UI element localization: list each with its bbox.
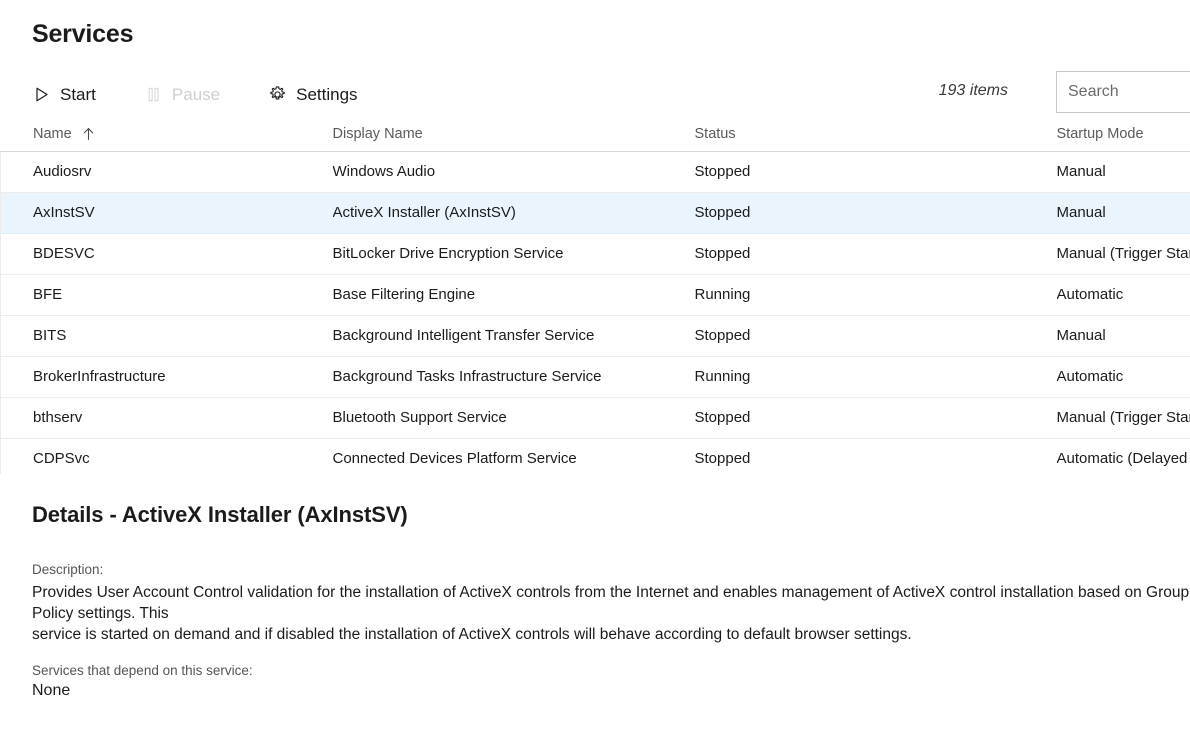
search-box[interactable] xyxy=(1056,71,1190,113)
details-pane: Details - ActiveX Installer (AxInstSV) D… xyxy=(0,492,1190,734)
cell-name: BITS xyxy=(0,315,333,357)
column-header-name[interactable]: Name xyxy=(0,126,333,152)
cell-name: AxInstSV xyxy=(0,192,333,234)
items-count: 193 items xyxy=(938,82,1008,99)
services-table: Name Display Name Status Startup Mode Au… xyxy=(0,126,1190,474)
gear-icon xyxy=(268,85,287,104)
cell-startup-mode: Automatic xyxy=(1056,274,1190,316)
table-body: Audiosrv Windows Audio Stopped Manual Ax… xyxy=(0,151,1190,474)
cell-name: BDESVC xyxy=(0,233,333,275)
cell-name: BFE xyxy=(0,274,333,316)
cell-name: Audiosrv xyxy=(0,151,333,193)
settings-button-label: Settings xyxy=(296,84,358,104)
play-icon xyxy=(32,85,51,104)
cell-status: Stopped xyxy=(694,151,1057,193)
column-header-display-name[interactable]: Display Name xyxy=(332,126,695,152)
cell-status: Stopped xyxy=(694,397,1057,439)
cell-display-name: Background Intelligent Transfer Service xyxy=(332,315,695,357)
pause-button-label: Pause xyxy=(171,84,221,104)
cell-status: Stopped xyxy=(694,438,1057,474)
cell-name: bthserv xyxy=(0,397,333,439)
cell-status: Stopped xyxy=(694,233,1057,275)
column-header-status[interactable]: Status xyxy=(694,126,1057,152)
details-title: Details - ActiveX Installer (AxInstSV) xyxy=(32,502,408,527)
dependents-label: Services that depend on this service: xyxy=(32,663,253,678)
settings-button[interactable]: Settings xyxy=(268,77,367,111)
cell-display-name: BitLocker Drive Encryption Service xyxy=(332,233,695,275)
cell-startup-mode: Automatic (Delayed Start) xyxy=(1056,438,1190,474)
table-row[interactable]: BFE Base Filtering Engine Running Automa… xyxy=(0,274,1190,316)
cell-display-name: Windows Audio xyxy=(332,151,695,193)
cell-startup-mode: Automatic xyxy=(1056,356,1190,398)
cell-status: Running xyxy=(694,356,1057,398)
cell-display-name: Base Filtering Engine xyxy=(332,274,695,316)
description-text: Provides User Account Control validation… xyxy=(32,584,1190,643)
cell-display-name: Background Tasks Infrastructure Service xyxy=(332,356,695,398)
start-button-label: Start xyxy=(60,84,96,104)
table-row[interactable]: Audiosrv Windows Audio Stopped Manual xyxy=(0,151,1190,193)
cell-startup-mode: Manual (Trigger Start) xyxy=(1056,233,1190,275)
cell-display-name: Connected Devices Platform Service xyxy=(332,438,695,474)
table-row[interactable]: BITS Background Intelligent Transfer Ser… xyxy=(0,315,1190,357)
pause-icon xyxy=(144,85,163,104)
cell-startup-mode: Manual xyxy=(1056,151,1190,193)
services-table-region: Name Display Name Status Startup Mode Au… xyxy=(0,126,1190,474)
cell-display-name: Bluetooth Support Service xyxy=(332,397,695,439)
start-button[interactable]: Start xyxy=(32,77,106,111)
table-row[interactable]: BrokerInfrastructure Background Tasks In… xyxy=(0,356,1190,398)
page-title: Services xyxy=(32,20,134,48)
pause-button: Pause xyxy=(144,77,230,111)
cell-status: Stopped xyxy=(694,192,1057,234)
column-header-startup-mode[interactable]: Startup Mode xyxy=(1056,126,1190,152)
cell-status: Stopped xyxy=(694,315,1057,357)
search-input[interactable] xyxy=(1056,71,1190,113)
cell-display-name: ActiveX Installer (AxInstSV) xyxy=(332,192,695,234)
cell-startup-mode: Manual (Trigger Start) xyxy=(1056,397,1190,439)
services-page: Services Start Pause Settings 193 items … xyxy=(0,0,1190,734)
dependents-value: None xyxy=(32,682,71,699)
cell-status: Running xyxy=(694,274,1057,316)
cell-name: BrokerInfrastructure xyxy=(0,356,333,398)
table-row[interactable]: BDESVC BitLocker Drive Encryption Servic… xyxy=(0,233,1190,275)
column-header-name-label: Name xyxy=(33,126,72,142)
table-header-row: Name Display Name Status Startup Mode xyxy=(0,126,1190,152)
sort-ascending-icon xyxy=(82,127,95,141)
cell-name: CDPSvc xyxy=(0,438,333,474)
command-bar: Start Pause Settings xyxy=(32,77,368,111)
table-row[interactable]: AxInstSV ActiveX Installer (AxInstSV) St… xyxy=(0,192,1190,234)
table-row[interactable]: bthserv Bluetooth Support Service Stoppe… xyxy=(0,397,1190,439)
table-row[interactable]: CDPSvc Connected Devices Platform Servic… xyxy=(0,438,1190,474)
cell-startup-mode: Manual xyxy=(1056,192,1190,234)
cell-startup-mode: Manual xyxy=(1056,315,1190,357)
description-label: Description: xyxy=(32,562,104,577)
table-header: Name Display Name Status Startup Mode xyxy=(0,126,1190,152)
